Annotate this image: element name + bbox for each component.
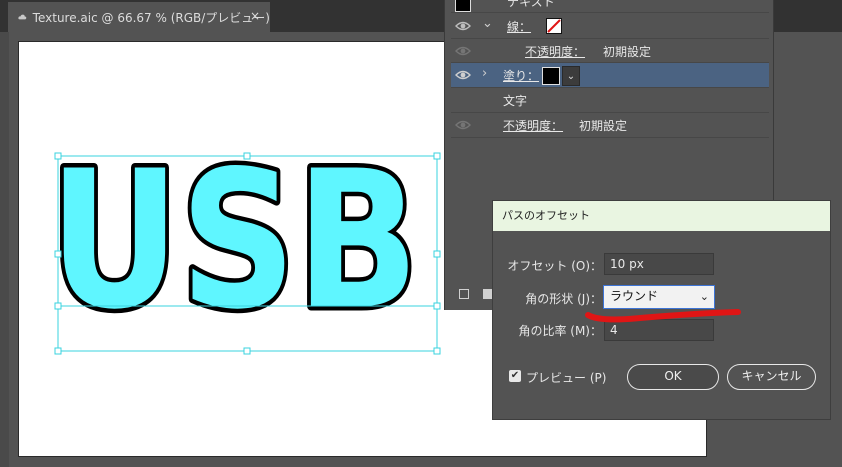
chevron-down-icon: ⌄ <box>699 290 709 303</box>
panel-top-label: テキスト <box>507 0 555 9</box>
visibility-eye-icon[interactable] <box>455 43 471 59</box>
none-color-icon <box>547 19 561 33</box>
visibility-eye-icon[interactable] <box>455 67 471 83</box>
close-tab-icon[interactable]: × <box>250 9 260 23</box>
visibility-eye-icon[interactable] <box>455 18 471 34</box>
usb-text[interactable]: USB <box>45 126 424 356</box>
document-tab[interactable]: Texture.aic @ 66.67 % (RGB/プレビュー) × <box>8 2 270 32</box>
chevron-down-icon[interactable]: ⌄ <box>562 66 580 86</box>
joins-select[interactable]: ラウンド ⌄ <box>603 285 715 309</box>
chevron-down-icon[interactable]: ⌄ <box>482 16 493 31</box>
cloud-document-icon <box>18 14 27 20</box>
miter-limit-label: 角の比率 (M)： <box>518 324 602 338</box>
fill-swatch[interactable] <box>542 67 560 85</box>
fill-label[interactable]: 塗り： <box>503 67 539 84</box>
joins-select-value: ラウンド <box>610 289 659 303</box>
offset-path-dialog: パスのオフセット オフセット (O)： 10 px 角の形状 (J)： ラウンド… <box>492 200 831 420</box>
ok-button[interactable]: OK <box>627 364 719 390</box>
add-stroke-icon[interactable] <box>459 289 469 299</box>
visibility-eye-icon[interactable] <box>455 117 471 133</box>
opacity-label[interactable]: 不透明度： <box>503 117 563 134</box>
stroke-swatch[interactable] <box>546 18 562 34</box>
dialog-title: パスのオフセット <box>493 201 830 231</box>
miter-limit-input[interactable]: 4 <box>604 319 714 341</box>
characters-row[interactable]: 文字 <box>451 88 769 112</box>
fill-swatch-group[interactable]: ⌄ <box>542 66 580 86</box>
opacity-row[interactable]: 不透明度： 初期設定 <box>451 113 769 137</box>
fill-row[interactable]: › 塗り： ⌄ <box>451 63 769 87</box>
text-swatch <box>455 0 471 12</box>
opacity-label[interactable]: 不透明度： <box>525 43 585 60</box>
stroke-opacity-row[interactable]: 不透明度： 初期設定 <box>451 39 769 63</box>
joins-label: 角の形状 (J)： <box>525 292 602 306</box>
chevron-right-icon[interactable]: › <box>482 66 487 81</box>
left-toolbar-edge <box>0 32 9 467</box>
preview-label[interactable]: プレビュー (P) <box>526 369 606 386</box>
document-tab-title: Texture.aic @ 66.67 % (RGB/プレビュー) <box>32 10 270 25</box>
offset-input[interactable]: 10 px <box>604 253 714 275</box>
opacity-value: 初期設定 <box>603 45 652 59</box>
characters-label[interactable]: 文字 <box>503 92 527 109</box>
preview-checkbox[interactable]: ✔ <box>509 370 521 382</box>
opacity-value: 初期設定 <box>579 119 628 133</box>
offset-label: オフセット (O)： <box>507 259 602 273</box>
cancel-button[interactable]: キャンセル <box>727 364 816 390</box>
stroke-row[interactable]: ⌄ 線： <box>451 14 769 38</box>
stroke-label[interactable]: 線： <box>507 18 531 35</box>
